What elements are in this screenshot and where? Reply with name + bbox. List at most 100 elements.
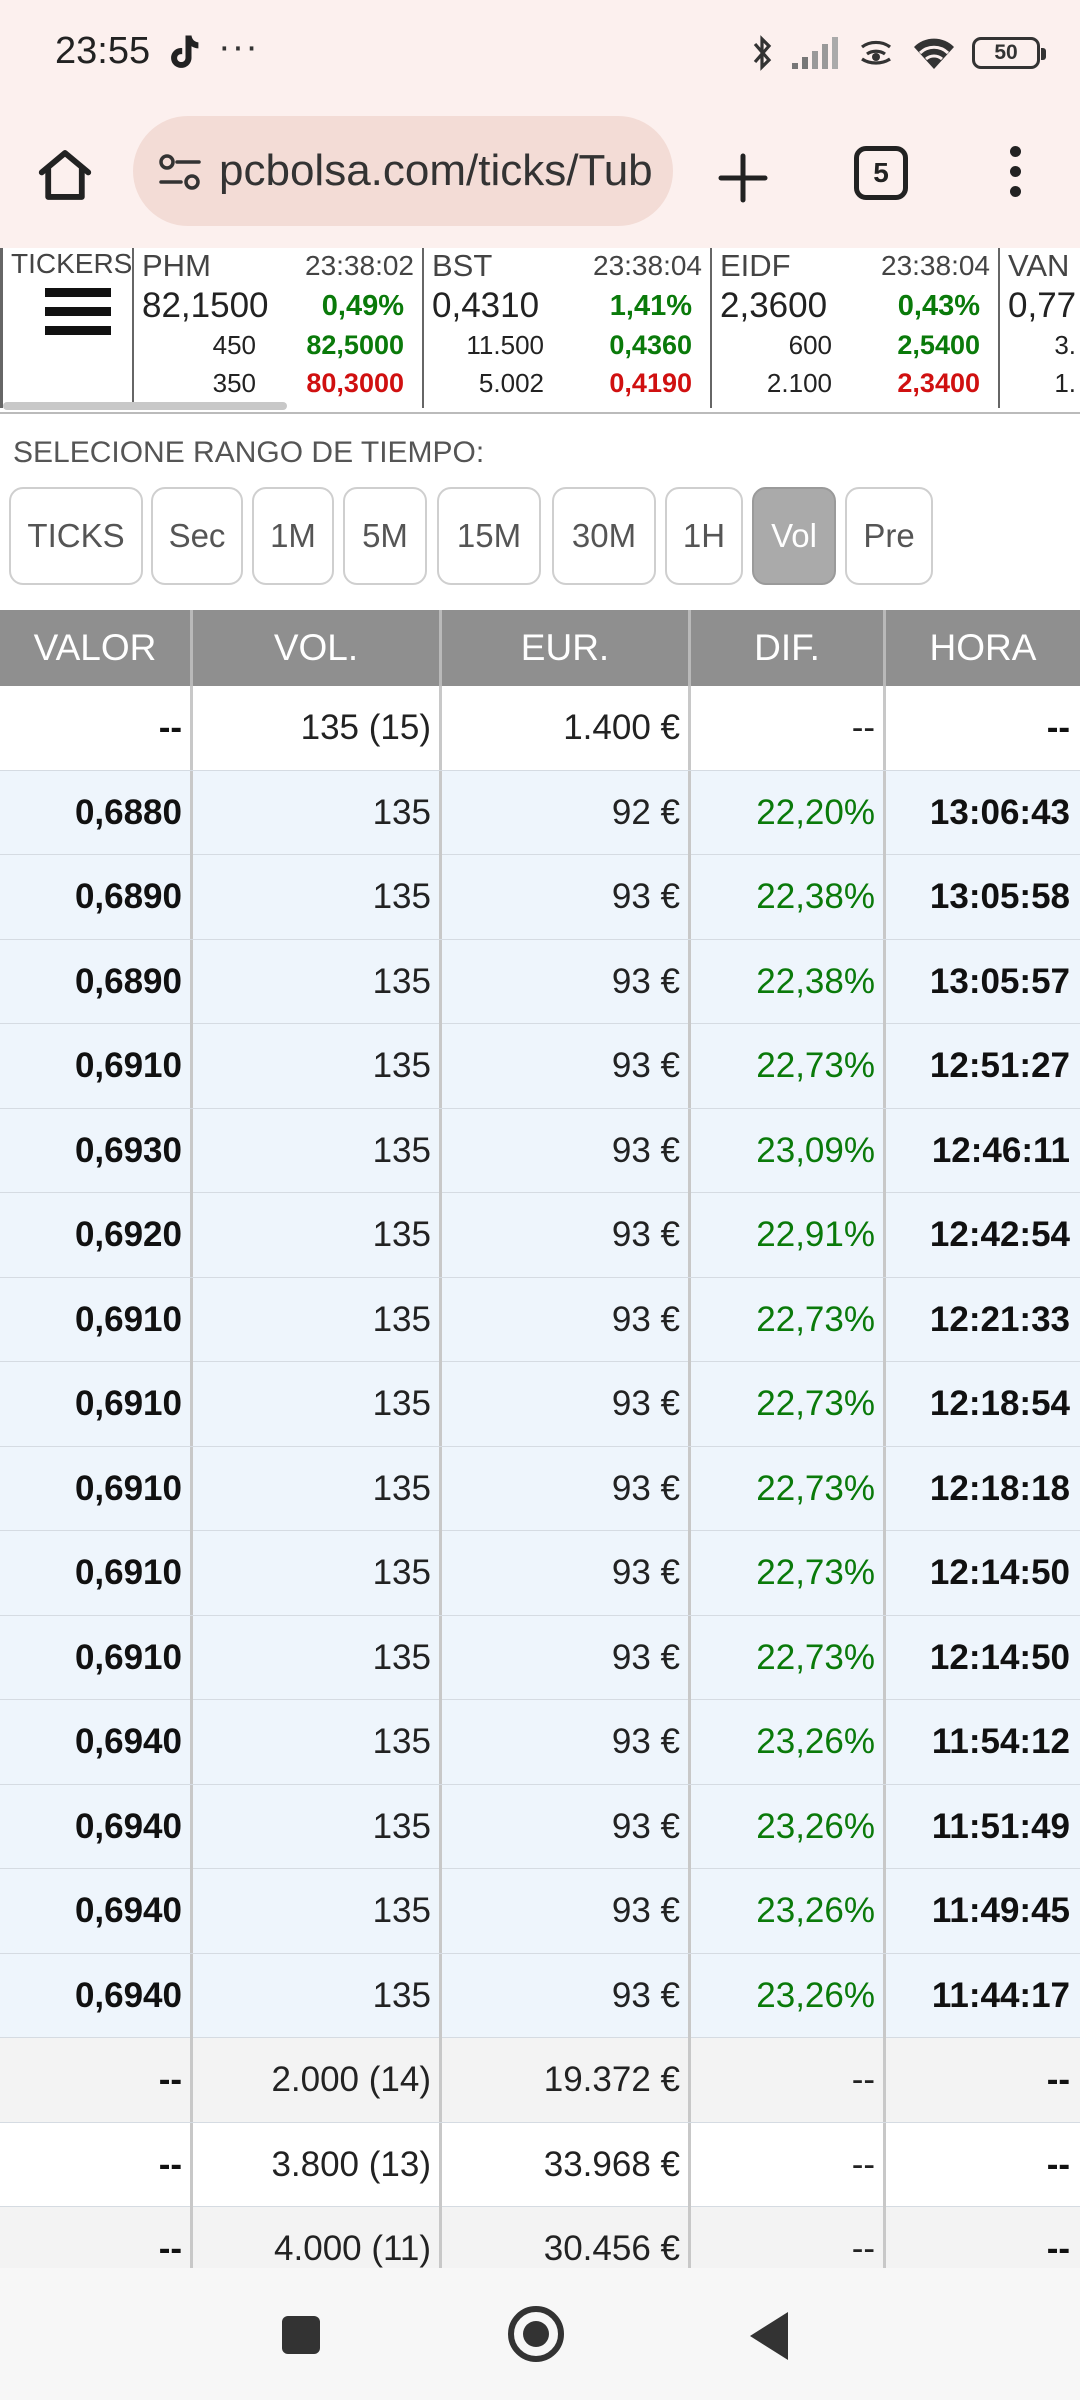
range-button-sec[interactable]: Sec [151, 487, 243, 585]
column-header-valor[interactable]: VALOR [0, 610, 193, 686]
cell-valor: 0,6940 [0, 1784, 193, 1869]
range-button-30m[interactable]: 30M [552, 487, 656, 585]
table-row[interactable]: 0,6910 135 93 €22,73% 12:14:50 [0, 1615, 1080, 1700]
cell-dif: 23,26% [691, 1869, 886, 1953]
address-bar[interactable]: pcbolsa.com/ticks/Tub [133, 116, 673, 226]
home-nav-icon[interactable] [508, 2306, 564, 2362]
cell-dif: 23,26% [691, 1700, 886, 1784]
column-header-hora[interactable]: HORA [886, 610, 1080, 686]
cell-vol: 135 [193, 1700, 442, 1784]
cell-valor: 0,6910 [0, 1615, 193, 1700]
cell-vol: 135 [193, 1193, 442, 1277]
cell-hora: -- [1046, 2060, 1070, 2099]
table-row[interactable]: 0,6910 135 93 €22,73% 12:21:33 [0, 1277, 1080, 1362]
tiktok-icon [171, 35, 199, 68]
ticker-card[interactable]: BST 23:38:04 0,4310 1,41% 11.500 0,4360 … [424, 248, 712, 408]
overflow-menu-icon[interactable] [1000, 146, 1030, 206]
cell-vol: 135 [193, 855, 442, 939]
status-time: 23:55 [55, 30, 151, 72]
home-icon[interactable] [34, 144, 96, 206]
cell-dif: -- [691, 686, 886, 770]
hamburger-menu-icon[interactable] [45, 288, 111, 342]
table-row[interactable]: 0,6910 135 93 €22,73% 12:14:50 [0, 1531, 1080, 1616]
cell-dif: 22,38% [691, 855, 886, 939]
cell-vol: 135 [193, 1869, 442, 1953]
cell-vol: 135 [193, 1446, 442, 1531]
table-row[interactable]: -- 135 (15) 1.400 € -- -- [0, 686, 1080, 771]
cell-hora: 12:46:11 [931, 1130, 1070, 1170]
range-button-vol[interactable]: Vol [752, 487, 836, 585]
tab-switcher-button[interactable]: 5 [854, 146, 908, 200]
table-row[interactable]: -- 2.000 (14) 19.372 € -- -- [0, 2038, 1080, 2123]
ticker-scrollbar[interactable] [3, 402, 287, 410]
table-row[interactable]: 0,6880 135 92 €22,20% 13:06:43 [0, 770, 1080, 855]
ticker-low-volume: 5.002 [478, 368, 544, 398]
back-icon[interactable] [750, 2312, 788, 2360]
range-button-15m[interactable]: 15M [437, 487, 541, 585]
table-row[interactable]: -- 3.800 (13) 33.968 € -- -- [0, 2122, 1080, 2207]
cell-dif: 22,38% [691, 939, 886, 1024]
cell-hora: 11:51:49 [931, 1806, 1070, 1846]
ticker-low: 0,4190 [609, 368, 692, 398]
table-body[interactable]: -- 135 (15) 1.400 € -- -- 0,6880 135 92 €22,20%… [0, 686, 1080, 2278]
table-row[interactable]: 0,6920 135 93 €22,91% 12:42:54 [0, 1193, 1080, 1278]
ticker-change: 0,43% [897, 290, 980, 322]
table-row[interactable]: 0,6940 135 93 €23,26% 11:51:49 [0, 1784, 1080, 1869]
cell-hora: 11:54:12 [931, 1722, 1070, 1761]
ticker-high-volume: 3. [1054, 330, 1076, 360]
ticker-symbol: EIDF [720, 248, 791, 283]
cell-vol: 135 [193, 770, 442, 855]
table-row[interactable]: 0,6940 135 93 €23,26% 11:49:45 [0, 1869, 1080, 1954]
range-button-pre[interactable]: Pre [845, 487, 933, 585]
cell-hora: -- [1046, 2144, 1070, 2184]
url-text: pcbolsa.com/ticks/Tub [219, 146, 653, 195]
cell-vol: 135 [193, 1784, 442, 1869]
table-row[interactable]: 0,6910 135 93 €22,73% 12:18:18 [0, 1446, 1080, 1531]
site-settings-icon[interactable] [157, 150, 203, 194]
cell-eur: 93 € [442, 1024, 691, 1108]
ticker-strip[interactable]: TICKERS PHM 23:38:02 82,1500 0,49% 450 8… [0, 248, 1080, 414]
table-row[interactable]: 0,6940 135 93 €23,26% 11:44:17 [0, 1953, 1080, 2038]
ticker-high-volume: 600 [788, 330, 832, 360]
range-button-1h[interactable]: 1H [665, 487, 743, 585]
table-row[interactable]: 0,6940 135 93 €23,26% 11:54:12 [0, 1700, 1080, 1785]
cell-hora: 12:14:50 [929, 1637, 1070, 1677]
cell-hora: 12:51:27 [929, 1046, 1070, 1085]
column-header-eur[interactable]: EUR. [442, 610, 691, 686]
column-header-vol[interactable]: VOL. [193, 610, 442, 686]
cell-dif: 22,20% [691, 770, 886, 855]
ticker-card[interactable]: VAN 0,77 3. 1. [1000, 248, 1080, 408]
table-row[interactable]: 0,6910 135 93 €22,73% 12:51:27 [0, 1024, 1080, 1109]
range-button-1m[interactable]: 1M [252, 487, 334, 585]
ticker-price: 82,1500 [142, 286, 269, 325]
table-row[interactable]: 0,6910 135 93 €22,73% 12:18:54 [0, 1362, 1080, 1447]
column-header-dif[interactable]: DIF. [691, 610, 886, 686]
ticker-low-volume: 2.100 [766, 368, 832, 398]
cell-valor: 0,6940 [0, 1953, 193, 2038]
range-button-5m[interactable]: 5M [343, 487, 427, 585]
cell-dif: 22,91% [691, 1193, 886, 1277]
battery-level: 50 [994, 41, 1018, 64]
ticker-price: 2,3600 [720, 286, 828, 325]
recents-icon[interactable] [282, 2316, 320, 2354]
new-tab-icon[interactable] [715, 150, 771, 206]
cell-eur: 93 € [442, 1784, 691, 1869]
table-row[interactable]: 0,6890 135 93 €22,38% 13:05:57 [0, 939, 1080, 1024]
cell-eur: 92 € [442, 770, 691, 855]
ticker-time: 23:38:02 [305, 250, 414, 281]
ticker-symbol: VAN [1008, 248, 1070, 283]
ticker-card[interactable]: EIDF 23:38:04 2,3600 0,43% 600 2,5400 2.… [712, 248, 1000, 408]
table-row[interactable]: 0,6930 135 93 €23,09% 12:46:11 [0, 1108, 1080, 1193]
ticker-price: 0,4310 [432, 286, 540, 325]
cell-vol: 3.800 (13) [193, 2122, 442, 2207]
range-button-ticks[interactable]: TICKS [9, 487, 143, 585]
tickers-menu[interactable]: TICKERS [0, 248, 134, 408]
cell-valor: 0,6940 [0, 1700, 193, 1784]
cell-hora: 12:14:50 [929, 1553, 1070, 1592]
ticker-card[interactable]: PHM 23:38:02 82,1500 0,49% 450 82,5000 3… [134, 248, 424, 408]
cell-eur: 93 € [442, 1700, 691, 1784]
cell-vol: 135 [193, 1953, 442, 2038]
more-notifications-icon: ··· [218, 26, 259, 68]
table-row[interactable]: 0,6890 135 93 €22,38% 13:05:58 [0, 855, 1080, 940]
cell-valor: -- [0, 2038, 193, 2122]
